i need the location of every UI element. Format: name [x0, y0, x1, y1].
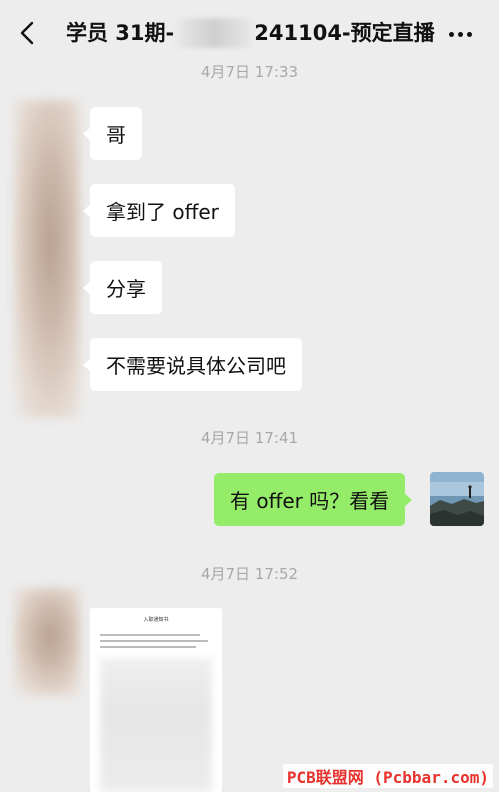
- timestamp: 4月7日 17:52: [200, 565, 299, 583]
- message-text: 不需要说具体公司吧: [106, 354, 286, 378]
- offer-letter-image[interactable]: 入职通知书: [90, 608, 222, 792]
- more-dots-icon[interactable]: [447, 22, 477, 44]
- message-bubble[interactable]: 哥: [83, 107, 142, 160]
- message-bubble-outgoing[interactable]: 有 offer 吗？看看: [214, 473, 413, 526]
- timestamp: 4月7日 17:33: [200, 63, 299, 81]
- seascape-avatar-image: [430, 472, 484, 526]
- watermark: PCB联盟网 (Pcbbar.com): [282, 764, 493, 788]
- message-bubble[interactable]: 不需要说具体公司吧: [83, 338, 302, 391]
- contact-avatar-blurred[interactable]: [14, 588, 80, 696]
- document-text-line: [100, 634, 200, 636]
- chat-title-prefix: 学员 31期-: [66, 21, 175, 45]
- message-text: 分享: [106, 277, 146, 301]
- contact-avatar-blurred[interactable]: [14, 100, 80, 418]
- chat-title-suffix: 241104-预定直播: [254, 21, 435, 45]
- back-chevron-icon[interactable]: [16, 20, 40, 46]
- chat-title: 学员 31期- 241104-预定直播: [66, 17, 435, 49]
- chat-area: 4月7日 17:33 哥 拿到了 offer 分享 不需要说具体公司吧 4月7日…: [0, 0, 499, 792]
- self-avatar[interactable]: [430, 472, 484, 526]
- message-text: 拿到了 offer: [106, 200, 219, 224]
- document-title: 入职通知书: [143, 617, 169, 623]
- message-bubble[interactable]: 拿到了 offer: [83, 184, 235, 237]
- message-text: 有 offer 吗？看看: [230, 489, 390, 513]
- chat-header: 学员 31期- 241104-预定直播: [0, 0, 499, 64]
- message-bubble[interactable]: 分享: [83, 261, 162, 314]
- title-redacted-blur: [176, 18, 253, 48]
- document-text-line: [100, 640, 208, 642]
- timestamp: 4月7日 17:41: [200, 429, 299, 447]
- message-text: 哥: [106, 123, 126, 147]
- document-text-line: [100, 646, 196, 648]
- document-blurred-content: [100, 658, 212, 792]
